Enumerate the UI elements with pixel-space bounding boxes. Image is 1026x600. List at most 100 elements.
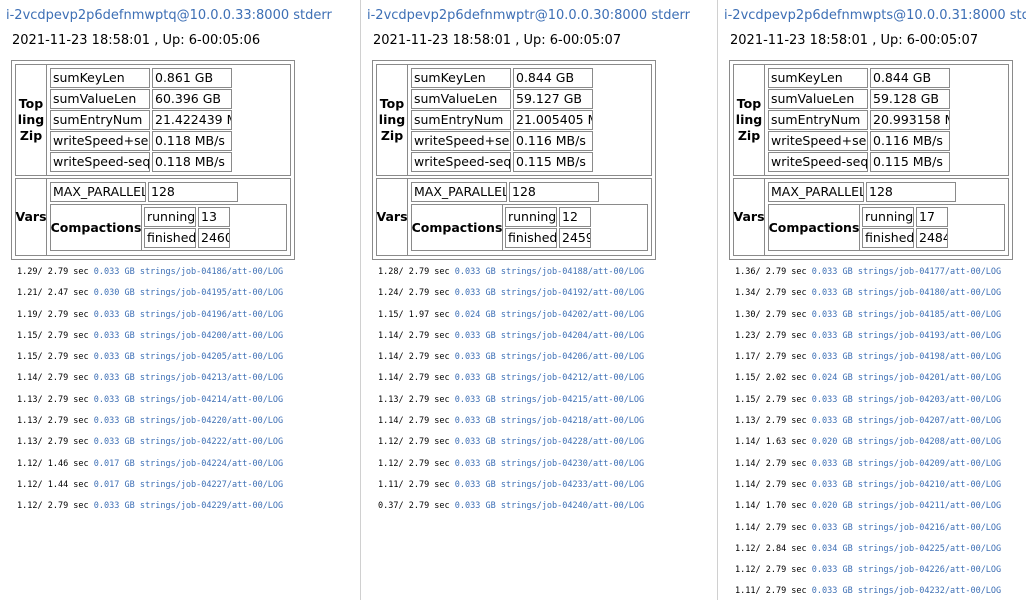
job-size: 0.033 GB: [454, 437, 496, 448]
job-log-link[interactable]: strings/job-04193/att-00/LOG: [858, 331, 1001, 341]
job-log-link[interactable]: strings/job-04203/att-00/LOG: [858, 395, 1001, 405]
job-ratio: 1.30/: [735, 309, 761, 320]
job-log-link[interactable]: strings/job-04195/att-00/LOG: [140, 288, 283, 298]
job-log-link[interactable]: strings/job-04220/att-00/LOG: [140, 416, 283, 426]
job-log-link[interactable]: strings/job-04185/att-00/LOG: [858, 310, 1001, 320]
job-log-link[interactable]: strings/job-04218/att-00/LOG: [501, 416, 644, 426]
server-title-link[interactable]: i-2vcdpevp2p6defnmwpts@10.0.0.31:8000 st…: [724, 8, 1026, 23]
stream-name[interactable]: stderr: [1010, 8, 1026, 23]
metric-key: sumEntryNum: [768, 110, 868, 130]
vars-section: Vars MAX_PARALLEL 128 Compactions runnin…: [376, 178, 652, 256]
metric-row: writeSpeed-seq 0.115 MB/s: [767, 152, 1006, 172]
server-host[interactable]: i-2vcdpevp2p6defnmwptq@10.0.0.33:8000: [6, 8, 289, 23]
job-log-link[interactable]: strings/job-04202/att-00/LOG: [501, 310, 644, 320]
job-log-link[interactable]: strings/job-04200/att-00/LOG: [140, 331, 283, 341]
job-ratio: 1.28/: [378, 267, 404, 277]
job-log-link[interactable]: strings/job-04186/att-00/LOG: [140, 267, 283, 277]
job-size: 0.017 GB: [93, 458, 135, 469]
job-log-link[interactable]: strings/job-04240/att-00/LOG: [501, 501, 644, 511]
job-log-link[interactable]: strings/job-04188/att-00/LOG: [501, 267, 644, 277]
job-ratio: 1.14/: [378, 352, 404, 363]
server-title-link[interactable]: i-2vcdpevp2p6defnmwptr@10.0.0.30:8000 st…: [367, 8, 690, 23]
job-log-link[interactable]: strings/job-04205/att-00/LOG: [140, 352, 283, 362]
job-log-link[interactable]: strings/job-04229/att-00/LOG: [140, 501, 283, 511]
job-size: 0.033 GB: [454, 330, 496, 341]
job-log-link[interactable]: strings/job-04198/att-00/LOG: [858, 352, 1001, 362]
finished-row: finished 2484: [861, 228, 949, 248]
max-parallel-value: 128: [509, 182, 599, 202]
job-log-link[interactable]: strings/job-04196/att-00/LOG: [140, 310, 283, 320]
metrics-table: sumKeyLen 0.844 GB sumValueLen 59.128 GB sum…: [765, 65, 1008, 175]
job-duration: 1.63 sec: [765, 437, 807, 448]
job-row: 1.12/ 2.79 sec 0.033 GB strings/job-0422…: [735, 563, 1001, 584]
metric-key: writeSpeed-seq: [50, 152, 150, 172]
server-host[interactable]: i-2vcdpevp2p6defnmwpts@10.0.0.31:8000: [724, 8, 1006, 23]
server-title-link[interactable]: i-2vcdpevp2p6defnmwptq@10.0.0.33:8000 st…: [6, 8, 332, 23]
job-log-link[interactable]: strings/job-04222/att-00/LOG: [140, 437, 283, 447]
job-ratio: 1.14/: [735, 479, 761, 490]
job-row: 1.13/ 2.79 sec 0.033 GB strings/job-0422…: [17, 435, 283, 456]
job-size: 0.033 GB: [811, 394, 853, 405]
job-log-link[interactable]: strings/job-04208/att-00/LOG: [858, 437, 1001, 447]
job-ratio: 1.13/: [378, 394, 404, 405]
job-ratio: 1.13/: [17, 416, 43, 427]
job-duration: 2.79 sec: [47, 309, 89, 320]
job-log-link[interactable]: strings/job-04215/att-00/LOG: [501, 395, 644, 405]
job-row: 1.29/ 2.79 sec 0.033 GB strings/job-0418…: [17, 265, 283, 286]
job-log-link[interactable]: strings/job-04233/att-00/LOG: [501, 480, 644, 490]
job-log-link[interactable]: strings/job-04228/att-00/LOG: [501, 437, 644, 447]
job-log-link[interactable]: strings/job-04201/att-00/LOG: [858, 373, 1001, 383]
job-size: 0.033 GB: [811, 330, 853, 341]
job-ratio: 1.11/: [378, 479, 404, 490]
job-ratio: 1.13/: [17, 437, 43, 448]
job-log-link[interactable]: strings/job-04227/att-00/LOG: [140, 480, 283, 490]
metric-key: writeSpeed-seq: [411, 152, 511, 172]
job-row: 1.21/ 2.47 sec 0.030 GB strings/job-0419…: [17, 286, 283, 307]
job-row: 1.14/ 1.63 sec 0.020 GB strings/job-0420…: [735, 435, 1001, 456]
job-log-link[interactable]: strings/job-04177/att-00/LOG: [858, 267, 1001, 277]
job-row: 1.15/ 2.79 sec 0.033 GB strings/job-0420…: [735, 393, 1001, 414]
running-value: 17: [916, 207, 948, 227]
job-log-link[interactable]: strings/job-04206/att-00/LOG: [501, 352, 644, 362]
job-row: 1.30/ 2.79 sec 0.033 GB strings/job-0418…: [735, 308, 1001, 329]
job-row: 1.15/ 2.79 sec 0.033 GB strings/job-0420…: [17, 350, 283, 371]
job-log-link[interactable]: strings/job-04204/att-00/LOG: [501, 331, 644, 341]
finished-value: 2460: [198, 228, 230, 248]
job-log-link[interactable]: strings/job-04225/att-00/LOG: [858, 544, 1001, 554]
job-log-link[interactable]: strings/job-04230/att-00/LOG: [501, 459, 644, 469]
metric-row: sumValueLen 59.128 GB: [767, 89, 1006, 109]
server-host[interactable]: i-2vcdpevp2p6defnmwptr@10.0.0.30:8000: [367, 8, 647, 23]
job-log-link[interactable]: strings/job-04216/att-00/LOG: [858, 523, 1001, 533]
metric-key: sumValueLen: [50, 89, 150, 109]
job-log-link[interactable]: strings/job-04210/att-00/LOG: [858, 480, 1001, 490]
metric-row: writeSpeed+seq 0.116 MB/s: [767, 131, 1006, 151]
job-log-link[interactable]: strings/job-04232/att-00/LOG: [858, 586, 1001, 596]
metric-row: sumKeyLen 0.844 GB: [410, 68, 649, 88]
job-row: 1.36/ 2.79 sec 0.033 GB strings/job-0417…: [735, 265, 1001, 286]
metric-key: sumEntryNum: [50, 110, 150, 130]
job-size: 0.033 GB: [811, 586, 853, 597]
job-size: 0.033 GB: [93, 394, 135, 405]
vars-table: MAX_PARALLEL 128 Compactions running 12 …: [408, 179, 651, 255]
job-log-link[interactable]: strings/job-04209/att-00/LOG: [858, 459, 1001, 469]
vars-label: Vars: [733, 179, 765, 255]
job-log-link[interactable]: strings/job-04214/att-00/LOG: [140, 395, 283, 405]
job-log-link[interactable]: strings/job-04212/att-00/LOG: [501, 373, 644, 383]
stream-name[interactable]: stderr: [651, 8, 690, 23]
job-log-link[interactable]: strings/job-04192/att-00/LOG: [501, 288, 644, 298]
job-row: 1.14/ 2.79 sec 0.033 GB strings/job-0421…: [735, 521, 1001, 542]
metric-row: sumEntryNum 20.993158 M: [767, 110, 1006, 130]
job-log-link[interactable]: strings/job-04180/att-00/LOG: [858, 288, 1001, 298]
job-log-link[interactable]: strings/job-04211/att-00/LOG: [858, 501, 1001, 511]
job-log-link[interactable]: strings/job-04226/att-00/LOG: [858, 565, 1001, 575]
metrics-table: sumKeyLen 0.844 GB sumValueLen 59.127 GB sum…: [408, 65, 651, 175]
metric-value: 21.005405 M: [513, 110, 593, 130]
job-log-link[interactable]: strings/job-04224/att-00/LOG: [140, 459, 283, 469]
job-duration: 2.79 sec: [408, 373, 450, 384]
job-log-link[interactable]: strings/job-04207/att-00/LOG: [858, 416, 1001, 426]
job-duration: 2.79 sec: [408, 267, 450, 277]
stream-name[interactable]: stderr: [293, 8, 332, 23]
uptime-timestamp: 2021-11-23 18:58:01 , Up: 6-00:05:07: [730, 33, 979, 48]
job-ratio: 1.14/: [735, 458, 761, 469]
job-log-link[interactable]: strings/job-04213/att-00/LOG: [140, 373, 283, 383]
